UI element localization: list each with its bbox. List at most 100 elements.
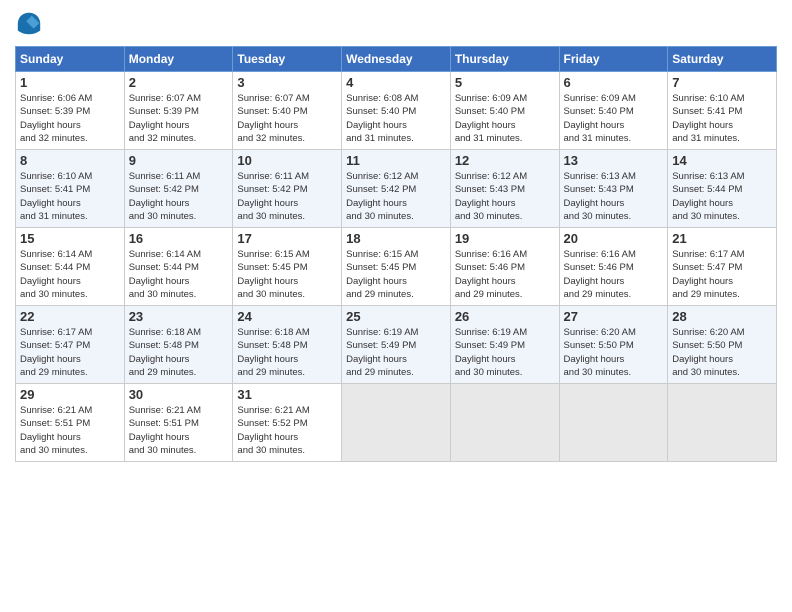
day-number: 2 <box>129 75 229 90</box>
calendar-cell: 6 Sunrise: 6:09 AM Sunset: 5:40 PM Dayli… <box>559 72 668 150</box>
page-header <box>15 10 777 38</box>
weekday-header: Sunday <box>16 47 125 72</box>
weekday-header: Friday <box>559 47 668 72</box>
cell-info: Sunrise: 6:07 AM Sunset: 5:39 PM Dayligh… <box>129 92 229 145</box>
day-number: 18 <box>346 231 446 246</box>
day-number: 15 <box>20 231 120 246</box>
day-number: 13 <box>564 153 664 168</box>
cell-info: Sunrise: 6:17 AM Sunset: 5:47 PM Dayligh… <box>20 326 120 379</box>
calendar-cell <box>450 384 559 462</box>
calendar-cell: 16 Sunrise: 6:14 AM Sunset: 5:44 PM Dayl… <box>124 228 233 306</box>
calendar-cell: 8 Sunrise: 6:10 AM Sunset: 5:41 PM Dayli… <box>16 150 125 228</box>
day-number: 19 <box>455 231 555 246</box>
cell-info: Sunrise: 6:09 AM Sunset: 5:40 PM Dayligh… <box>455 92 555 145</box>
day-number: 29 <box>20 387 120 402</box>
cell-info: Sunrise: 6:19 AM Sunset: 5:49 PM Dayligh… <box>346 326 446 379</box>
day-number: 10 <box>237 153 337 168</box>
day-number: 27 <box>564 309 664 324</box>
calendar-cell: 31 Sunrise: 6:21 AM Sunset: 5:52 PM Dayl… <box>233 384 342 462</box>
calendar-cell: 15 Sunrise: 6:14 AM Sunset: 5:44 PM Dayl… <box>16 228 125 306</box>
cell-info: Sunrise: 6:20 AM Sunset: 5:50 PM Dayligh… <box>672 326 772 379</box>
day-number: 17 <box>237 231 337 246</box>
cell-info: Sunrise: 6:18 AM Sunset: 5:48 PM Dayligh… <box>237 326 337 379</box>
calendar-cell: 13 Sunrise: 6:13 AM Sunset: 5:43 PM Dayl… <box>559 150 668 228</box>
calendar-cell: 10 Sunrise: 6:11 AM Sunset: 5:42 PM Dayl… <box>233 150 342 228</box>
logo-icon <box>15 10 43 38</box>
calendar-cell: 2 Sunrise: 6:07 AM Sunset: 5:39 PM Dayli… <box>124 72 233 150</box>
cell-info: Sunrise: 6:16 AM Sunset: 5:46 PM Dayligh… <box>564 248 664 301</box>
calendar-cell: 22 Sunrise: 6:17 AM Sunset: 5:47 PM Dayl… <box>16 306 125 384</box>
day-number: 24 <box>237 309 337 324</box>
calendar-cell <box>342 384 451 462</box>
calendar-page: SundayMondayTuesdayWednesdayThursdayFrid… <box>0 0 792 612</box>
calendar-cell: 4 Sunrise: 6:08 AM Sunset: 5:40 PM Dayli… <box>342 72 451 150</box>
day-number: 1 <box>20 75 120 90</box>
cell-info: Sunrise: 6:13 AM Sunset: 5:43 PM Dayligh… <box>564 170 664 223</box>
cell-info: Sunrise: 6:09 AM Sunset: 5:40 PM Dayligh… <box>564 92 664 145</box>
day-number: 23 <box>129 309 229 324</box>
calendar-cell: 20 Sunrise: 6:16 AM Sunset: 5:46 PM Dayl… <box>559 228 668 306</box>
calendar-cell: 1 Sunrise: 6:06 AM Sunset: 5:39 PM Dayli… <box>16 72 125 150</box>
day-number: 31 <box>237 387 337 402</box>
weekday-header: Saturday <box>668 47 777 72</box>
cell-info: Sunrise: 6:21 AM Sunset: 5:51 PM Dayligh… <box>20 404 120 457</box>
day-number: 25 <box>346 309 446 324</box>
calendar-cell: 17 Sunrise: 6:15 AM Sunset: 5:45 PM Dayl… <box>233 228 342 306</box>
cell-info: Sunrise: 6:12 AM Sunset: 5:43 PM Dayligh… <box>455 170 555 223</box>
weekday-header: Tuesday <box>233 47 342 72</box>
cell-info: Sunrise: 6:17 AM Sunset: 5:47 PM Dayligh… <box>672 248 772 301</box>
calendar-cell: 27 Sunrise: 6:20 AM Sunset: 5:50 PM Dayl… <box>559 306 668 384</box>
cell-info: Sunrise: 6:11 AM Sunset: 5:42 PM Dayligh… <box>237 170 337 223</box>
calendar-cell: 28 Sunrise: 6:20 AM Sunset: 5:50 PM Dayl… <box>668 306 777 384</box>
calendar-cell <box>668 384 777 462</box>
logo <box>15 10 47 38</box>
calendar-cell: 9 Sunrise: 6:11 AM Sunset: 5:42 PM Dayli… <box>124 150 233 228</box>
calendar-cell: 30 Sunrise: 6:21 AM Sunset: 5:51 PM Dayl… <box>124 384 233 462</box>
cell-info: Sunrise: 6:18 AM Sunset: 5:48 PM Dayligh… <box>129 326 229 379</box>
day-number: 8 <box>20 153 120 168</box>
calendar-cell: 25 Sunrise: 6:19 AM Sunset: 5:49 PM Dayl… <box>342 306 451 384</box>
cell-info: Sunrise: 6:21 AM Sunset: 5:52 PM Dayligh… <box>237 404 337 457</box>
day-number: 30 <box>129 387 229 402</box>
day-number: 5 <box>455 75 555 90</box>
day-number: 6 <box>564 75 664 90</box>
calendar-cell: 19 Sunrise: 6:16 AM Sunset: 5:46 PM Dayl… <box>450 228 559 306</box>
cell-info: Sunrise: 6:13 AM Sunset: 5:44 PM Dayligh… <box>672 170 772 223</box>
cell-info: Sunrise: 6:19 AM Sunset: 5:49 PM Dayligh… <box>455 326 555 379</box>
calendar-cell: 11 Sunrise: 6:12 AM Sunset: 5:42 PM Dayl… <box>342 150 451 228</box>
day-number: 21 <box>672 231 772 246</box>
calendar-cell: 29 Sunrise: 6:21 AM Sunset: 5:51 PM Dayl… <box>16 384 125 462</box>
calendar-cell: 3 Sunrise: 6:07 AM Sunset: 5:40 PM Dayli… <box>233 72 342 150</box>
calendar-cell: 24 Sunrise: 6:18 AM Sunset: 5:48 PM Dayl… <box>233 306 342 384</box>
cell-info: Sunrise: 6:15 AM Sunset: 5:45 PM Dayligh… <box>237 248 337 301</box>
cell-info: Sunrise: 6:14 AM Sunset: 5:44 PM Dayligh… <box>20 248 120 301</box>
day-number: 3 <box>237 75 337 90</box>
day-number: 7 <box>672 75 772 90</box>
day-number: 28 <box>672 309 772 324</box>
day-number: 11 <box>346 153 446 168</box>
day-number: 4 <box>346 75 446 90</box>
day-number: 12 <box>455 153 555 168</box>
cell-info: Sunrise: 6:08 AM Sunset: 5:40 PM Dayligh… <box>346 92 446 145</box>
calendar-cell: 7 Sunrise: 6:10 AM Sunset: 5:41 PM Dayli… <box>668 72 777 150</box>
day-number: 26 <box>455 309 555 324</box>
calendar-cell <box>559 384 668 462</box>
calendar-cell: 18 Sunrise: 6:15 AM Sunset: 5:45 PM Dayl… <box>342 228 451 306</box>
calendar-cell: 23 Sunrise: 6:18 AM Sunset: 5:48 PM Dayl… <box>124 306 233 384</box>
weekday-header: Thursday <box>450 47 559 72</box>
cell-info: Sunrise: 6:11 AM Sunset: 5:42 PM Dayligh… <box>129 170 229 223</box>
cell-info: Sunrise: 6:15 AM Sunset: 5:45 PM Dayligh… <box>346 248 446 301</box>
day-number: 9 <box>129 153 229 168</box>
day-number: 16 <box>129 231 229 246</box>
day-number: 22 <box>20 309 120 324</box>
cell-info: Sunrise: 6:20 AM Sunset: 5:50 PM Dayligh… <box>564 326 664 379</box>
cell-info: Sunrise: 6:07 AM Sunset: 5:40 PM Dayligh… <box>237 92 337 145</box>
calendar-cell: 21 Sunrise: 6:17 AM Sunset: 5:47 PM Dayl… <box>668 228 777 306</box>
cell-info: Sunrise: 6:10 AM Sunset: 5:41 PM Dayligh… <box>672 92 772 145</box>
calendar-cell: 5 Sunrise: 6:09 AM Sunset: 5:40 PM Dayli… <box>450 72 559 150</box>
cell-info: Sunrise: 6:12 AM Sunset: 5:42 PM Dayligh… <box>346 170 446 223</box>
cell-info: Sunrise: 6:14 AM Sunset: 5:44 PM Dayligh… <box>129 248 229 301</box>
cell-info: Sunrise: 6:10 AM Sunset: 5:41 PM Dayligh… <box>20 170 120 223</box>
calendar-cell: 26 Sunrise: 6:19 AM Sunset: 5:49 PM Dayl… <box>450 306 559 384</box>
cell-info: Sunrise: 6:06 AM Sunset: 5:39 PM Dayligh… <box>20 92 120 145</box>
